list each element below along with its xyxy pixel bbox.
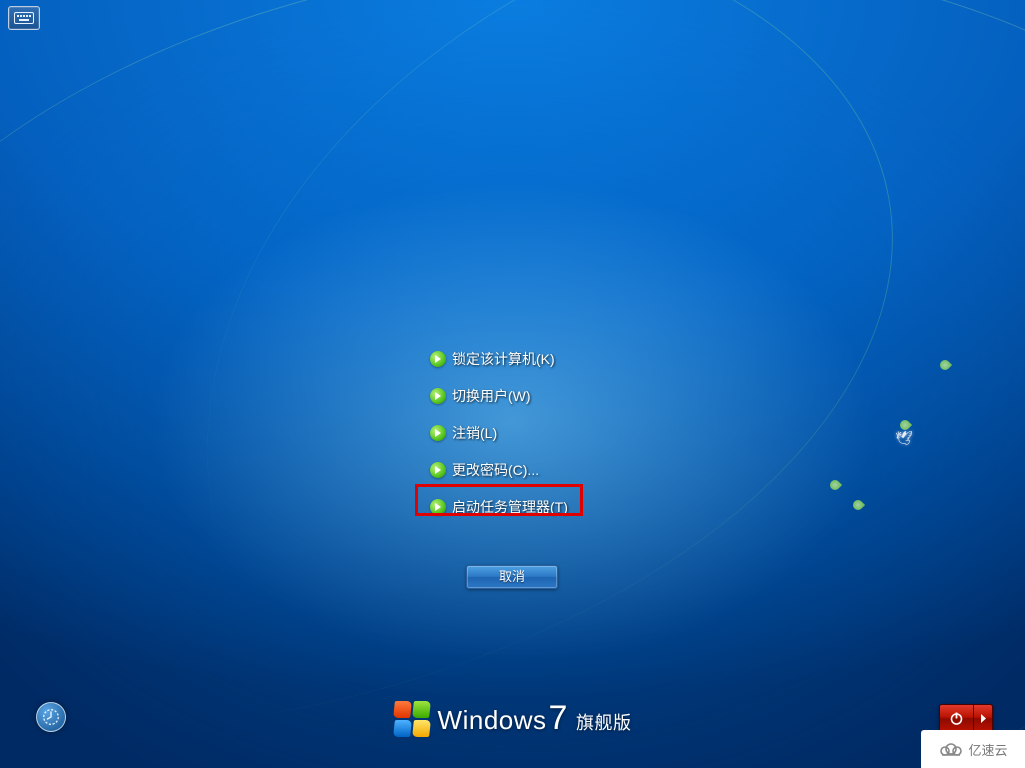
osk-button[interactable]: [8, 6, 40, 30]
power-controls: [939, 704, 993, 732]
arrow-right-icon: [430, 462, 446, 478]
cloud-icon: [938, 741, 964, 757]
ease-of-access-icon: [42, 708, 60, 726]
menu-item-logoff[interactable]: 注销(L): [424, 414, 574, 451]
menu-item-label: 切换用户(W): [452, 386, 531, 406]
shutdown-button[interactable]: [940, 705, 974, 731]
os-brand-text: Windows7旗舰版: [438, 699, 632, 738]
menu-item-label: 锁定该计算机(K): [452, 349, 555, 369]
watermark: 亿速云: [921, 730, 1025, 768]
keyboard-icon: [14, 12, 34, 24]
power-icon: [949, 711, 964, 726]
ease-of-access-button[interactable]: [36, 702, 66, 732]
menu-item-task-manager[interactable]: 启动任务管理器(T): [424, 488, 574, 525]
bg-leaf: [851, 498, 865, 512]
arrow-right-icon: [430, 499, 446, 515]
menu-item-switch-user[interactable]: 切换用户(W): [424, 377, 574, 414]
bg-leaf: [828, 478, 842, 492]
arrow-right-icon: [430, 425, 446, 441]
cancel-button[interactable]: 取消: [466, 565, 558, 589]
windows-logo-icon: [394, 701, 430, 737]
menu-item-label: 注销(L): [452, 423, 497, 443]
menu-item-change-password[interactable]: 更改密码(C)...: [424, 451, 574, 488]
bg-bird: 🕊: [895, 430, 913, 447]
menu-item-lock[interactable]: 锁定该计算机(K): [424, 340, 574, 377]
menu-item-label: 启动任务管理器(T): [452, 497, 568, 517]
chevron-right-icon: [980, 714, 987, 723]
arrow-right-icon: [430, 351, 446, 367]
security-options-menu: 锁定该计算机(K) 切换用户(W) 注销(L) 更改密码(C)... 启动任务管…: [424, 340, 574, 525]
arrow-right-icon: [430, 388, 446, 404]
shutdown-options-button[interactable]: [974, 705, 992, 731]
os-branding: Windows7旗舰版: [0, 699, 1025, 738]
bg-leaf: [938, 358, 952, 372]
menu-item-label: 更改密码(C)...: [452, 460, 539, 480]
watermark-text: 亿速云: [968, 740, 1007, 759]
